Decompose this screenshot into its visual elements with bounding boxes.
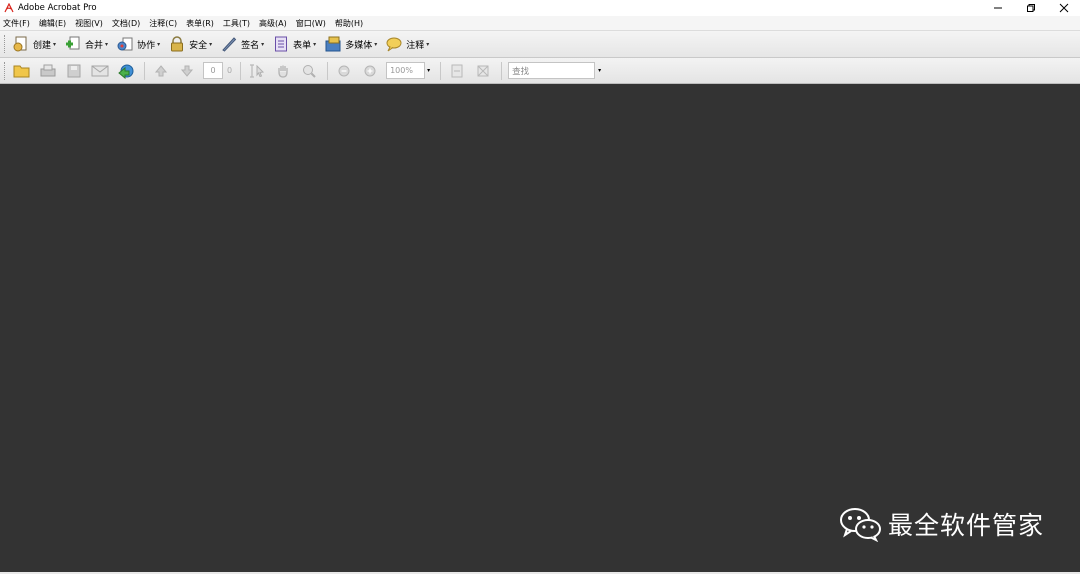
secure-label: 安全: [189, 40, 208, 51]
file-toolbar: 0 0 100% ▾ 查找 ▾: [0, 58, 1080, 85]
toolbar-separator: [144, 61, 145, 80]
title-bar: Adobe Acrobat Pro: [0, 0, 1080, 16]
menu-forms[interactable]: 表单(R): [186, 18, 214, 29]
sign-button[interactable]: 签名 ▾: [220, 33, 264, 55]
zoom-out-icon[interactable]: [334, 61, 354, 81]
create-pdf-icon: [12, 35, 30, 53]
next-page-icon[interactable]: [177, 61, 197, 81]
forms-label: 表单: [293, 40, 312, 51]
combine-label: 合并: [85, 40, 104, 51]
select-text-icon[interactable]: [247, 61, 267, 81]
sign-label: 签名: [241, 40, 260, 51]
toolbar-grip[interactable]: [4, 61, 8, 80]
previous-page-icon[interactable]: [151, 61, 171, 81]
menu-edit[interactable]: 编辑(E): [39, 18, 66, 29]
watermark-text: 最全软件管家: [887, 511, 1044, 540]
menu-file[interactable]: 文件(F): [3, 18, 30, 29]
toolbar-separator: [440, 61, 442, 80]
chevron-down-icon: ▾: [209, 40, 213, 48]
chevron-down-icon[interactable]: ▾: [598, 67, 601, 74]
document-workspace[interactable]: 最全软件管家: [0, 84, 1080, 572]
find-input[interactable]: 查找: [508, 62, 596, 79]
multimedia-button[interactable]: 多媒体 ▾: [324, 33, 377, 55]
zoom-in-icon[interactable]: [360, 61, 380, 81]
comment-button[interactable]: 注释 ▾: [385, 33, 429, 55]
create-label: 创建: [33, 40, 52, 51]
web-upload-icon[interactable]: [116, 61, 136, 81]
collaborate-icon: [116, 35, 134, 53]
email-icon[interactable]: [90, 61, 110, 81]
lock-icon: [168, 35, 186, 53]
chevron-down-icon[interactable]: ▾: [427, 67, 430, 74]
restore-button[interactable]: [1014, 0, 1047, 16]
collaborate-button[interactable]: 协作 ▾: [116, 33, 160, 55]
marquee-zoom-icon[interactable]: [299, 61, 319, 81]
chevron-down-icon: ▾: [426, 40, 430, 48]
wechat-watermark: 最全软件管家: [838, 506, 1044, 542]
toolbar-separator: [240, 61, 242, 80]
menu-window[interactable]: 窗口(W): [296, 18, 326, 29]
page-number-input[interactable]: 0: [203, 62, 223, 79]
form-icon: [272, 35, 290, 53]
chevron-down-icon: ▾: [313, 40, 317, 48]
fit-page-icon[interactable]: [447, 61, 467, 81]
save-icon[interactable]: [64, 61, 84, 81]
chevron-down-icon: ▾: [105, 40, 109, 48]
create-button[interactable]: 创建 ▾: [12, 33, 56, 55]
menu-advanced[interactable]: 高级(A): [259, 18, 287, 29]
chevron-down-icon: ▾: [374, 40, 378, 48]
collaborate-label: 协作: [137, 40, 156, 51]
menu-help[interactable]: 帮助(H): [335, 18, 363, 29]
chevron-down-icon: ▾: [261, 40, 265, 48]
restore-icon: [1026, 4, 1035, 12]
print-icon[interactable]: [38, 61, 58, 81]
zoom-level-input[interactable]: 100%: [386, 62, 426, 79]
forms-button[interactable]: 表单 ▾: [272, 33, 316, 55]
combine-button[interactable]: 合并 ▾: [64, 33, 108, 55]
menu-view[interactable]: 视图(V): [75, 18, 103, 29]
page-total: 0: [227, 66, 233, 75]
minimize-button[interactable]: [981, 0, 1014, 16]
task-toolbar: 创建 ▾ 合并 ▾ 协作 ▾ 安全 ▾ 签名 ▾ 表单 ▾ 多媒体 ▾ 注释 ▾: [0, 31, 1080, 58]
menu-comments[interactable]: 注释(C): [149, 18, 177, 29]
wechat-icon: [839, 508, 881, 542]
multimedia-label: 多媒体: [345, 40, 373, 51]
minimize-icon: [993, 7, 1002, 9]
comment-icon: [385, 35, 403, 53]
acrobat-logo-icon: [4, 3, 14, 13]
fit-width-icon[interactable]: [473, 61, 493, 81]
hand-tool-icon[interactable]: [273, 61, 293, 81]
menu-tools[interactable]: 工具(T): [223, 18, 250, 29]
combine-icon: [64, 35, 82, 53]
toolbar-separator: [501, 61, 503, 80]
close-button[interactable]: [1047, 0, 1080, 16]
menu-bar: 文件(F) 编辑(E) 视图(V) 文档(D) 注释(C) 表单(R) 工具(T…: [0, 16, 1080, 31]
close-icon: [1059, 3, 1068, 13]
toolbar-separator: [327, 61, 329, 80]
chevron-down-icon: ▾: [53, 40, 57, 48]
comment-label: 注释: [406, 40, 425, 51]
secure-button[interactable]: 安全 ▾: [168, 33, 212, 55]
open-folder-icon[interactable]: [12, 61, 32, 81]
pen-icon: [220, 35, 238, 53]
window-title: Adobe Acrobat Pro: [18, 3, 97, 13]
chevron-down-icon: ▾: [157, 40, 161, 48]
toolbar-grip[interactable]: [4, 35, 8, 53]
multimedia-icon: [324, 35, 342, 53]
menu-document[interactable]: 文档(D): [112, 18, 140, 29]
